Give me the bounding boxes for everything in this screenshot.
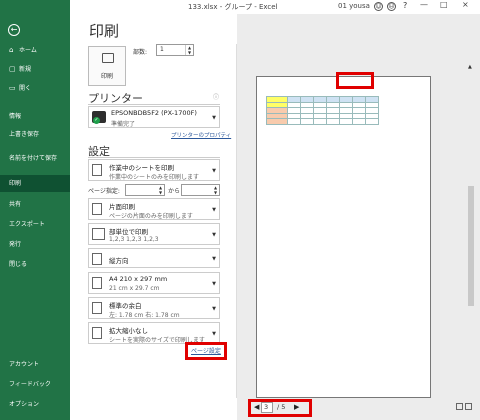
chevron-down-icon: ▼ (212, 207, 216, 213)
portrait-icon (92, 253, 102, 265)
nav-export[interactable]: エクスポート (0, 216, 70, 233)
new-file-icon: ▢ (9, 65, 16, 73)
page-title: 印刷 (89, 22, 120, 40)
window-title: 133.xlsx - グループ - Excel (188, 3, 278, 11)
copies-value: 1 (160, 46, 164, 53)
preview-table (266, 96, 379, 125)
header-highlight (336, 72, 374, 89)
printer-name: EPSONBDB5F2 (PX-1700F) (111, 109, 197, 117)
from-spinner[interactable]: ▲ ▼ (157, 185, 164, 195)
printer-icon (102, 53, 114, 63)
back-arrow-icon[interactable]: ← (8, 24, 20, 36)
maximize-button[interactable]: □ (440, 0, 448, 9)
scaling-select[interactable]: 拡大縮小なし シートを実際のサイズで印刷します ▼ (88, 322, 220, 344)
nav-print[interactable]: 印刷 (0, 175, 70, 192)
sheet-icon (92, 164, 102, 176)
user-name[interactable]: 01 yousa (338, 2, 370, 10)
copies-spinner[interactable]: ▲ ▼ (185, 45, 193, 55)
nav-info[interactable]: 情報 (0, 108, 70, 125)
printer-status: 準備完了 (111, 121, 136, 128)
folder-icon: ▭ (9, 84, 16, 92)
print-button-label: 印刷 (100, 73, 113, 80)
sides-select[interactable]: 片面印刷 ページの片面のみを印刷します ▼ (88, 198, 220, 220)
margins-icon (92, 302, 102, 314)
page-setup-highlight (185, 342, 227, 360)
one-sided-icon (92, 203, 102, 215)
margins-select[interactable]: 標準の余白 左: 1.78 cm 右: 1.78 cm ▼ (88, 297, 220, 319)
divider (88, 157, 220, 158)
nav-save[interactable]: 上書き保存 (0, 126, 70, 143)
copies-label: 部数: (133, 49, 148, 56)
home-icon: ⌂ (9, 46, 14, 54)
pages-from-input[interactable]: ▲ ▼ (125, 184, 165, 196)
nav-new[interactable]: ▢ 新規 (0, 61, 70, 78)
chevron-down-icon: ▼ (212, 115, 216, 121)
ready-check-icon: ✓ (93, 117, 100, 124)
table-row (266, 118, 379, 125)
paper-icon (92, 277, 102, 289)
page-navigator-highlight (248, 399, 312, 417)
chevron-down-icon: ▼ (212, 331, 216, 337)
paper-size-select[interactable]: A4 210 x 297 mm 21 cm x 29.7 cm ▼ (88, 272, 220, 294)
scaling-icon (92, 327, 102, 339)
minimize-button[interactable]: — (420, 0, 428, 9)
title-bar: 133.xlsx - グループ - Excel 01 yousa ☺ ☹ ? —… (0, 0, 480, 14)
close-button[interactable]: × (462, 0, 469, 9)
nav-share[interactable]: 共有 (0, 196, 70, 213)
chevron-down-icon: ▼ (212, 232, 216, 238)
scroll-thumb[interactable] (468, 186, 474, 306)
frown-icon[interactable]: ☹ (387, 2, 396, 11)
nav-home[interactable]: ⌂ ホーム (0, 42, 70, 59)
chevron-down-icon: ▼ (212, 168, 216, 174)
help-icon[interactable]: ? (403, 1, 407, 10)
print-what-select[interactable]: 作業中のシートを印刷 作業中のシートのみを印刷します ▼ (88, 159, 220, 181)
chevron-down-icon: ▼ (212, 281, 216, 287)
print-button[interactable]: 印刷 (88, 46, 126, 86)
preview-view-controls (454, 403, 472, 412)
collated-icon (92, 228, 105, 240)
nav-account[interactable]: アカウント (0, 356, 70, 373)
smile-icon[interactable]: ☺ (374, 2, 383, 11)
nav-close[interactable]: 閉じる (0, 256, 70, 273)
collate-select[interactable]: 部単位で印刷 1,2,3 1,2,3 1,2,3 ▼ (88, 223, 220, 245)
preview-scrollbar[interactable]: ▲ (468, 64, 474, 398)
scroll-up-icon[interactable]: ▲ (468, 64, 472, 70)
pages-to-label: から (168, 188, 181, 195)
pages-range: ページ指定: ▲ ▼ から ▲ ▼ (88, 184, 220, 196)
printer-properties-link[interactable]: プリンターのプロパティ (171, 131, 231, 139)
zoom-to-page-icon[interactable] (465, 403, 472, 410)
to-spinner[interactable]: ▲ ▼ (212, 185, 219, 195)
copies-input[interactable]: 1 ▲ ▼ (156, 44, 194, 56)
orientation-select[interactable]: 縦方向 ▼ (88, 248, 220, 268)
nav-open[interactable]: ▭ 開く (0, 80, 70, 97)
chevron-down-icon: ▼ (212, 306, 216, 312)
divider (88, 104, 220, 105)
nav-feedback[interactable]: フィードバック (0, 376, 70, 393)
printer-select[interactable]: ✓ EPSONBDB5F2 (PX-1700F) 準備完了 ▼ (88, 106, 220, 128)
info-icon[interactable]: ⓘ (213, 92, 219, 101)
show-margins-icon[interactable] (456, 403, 463, 410)
backstage-nav: ← ⌂ ホーム ▢ 新規 ▭ 開く 情報 上書き保存 名前を付けて保存 印刷 共有 エ… (0, 0, 70, 420)
nav-options[interactable]: オプション (0, 396, 70, 413)
pages-to-input[interactable]: ▲ ▼ (181, 184, 220, 196)
nav-publish[interactable]: 発行 (0, 236, 70, 253)
nav-save-as[interactable]: 名前を付けて保存 (0, 150, 70, 167)
pages-label: ページ指定: (88, 188, 120, 195)
chevron-down-icon: ▼ (212, 256, 216, 263)
